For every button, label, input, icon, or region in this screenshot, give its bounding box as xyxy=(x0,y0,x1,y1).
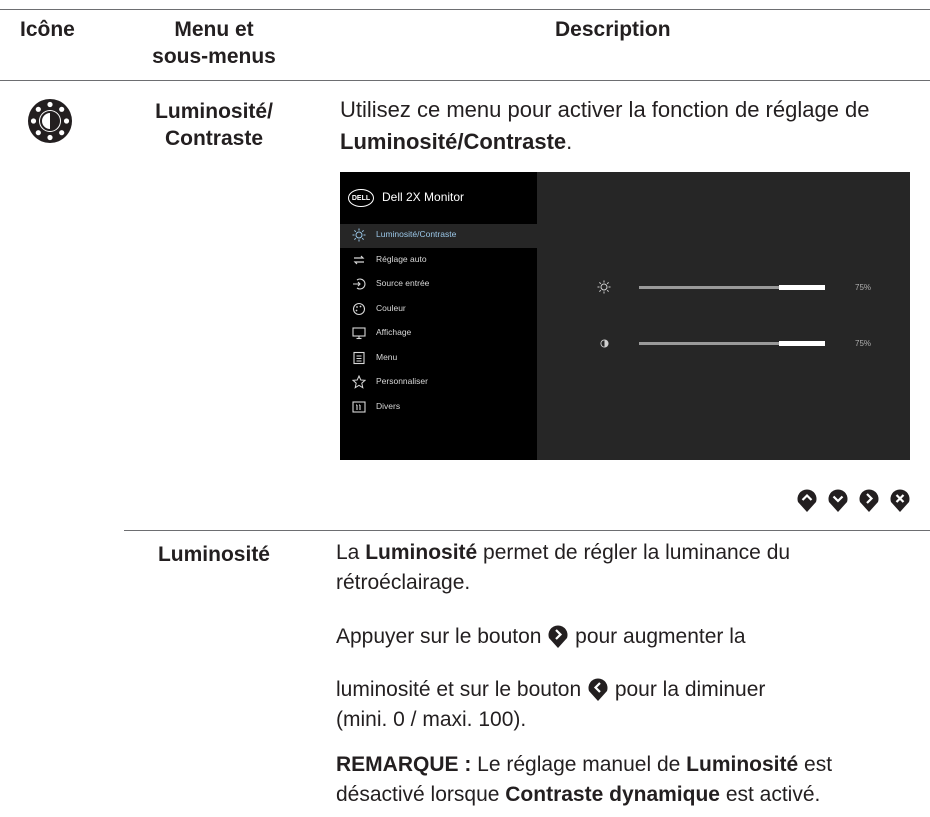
osd-item-label: Divers xyxy=(376,401,401,411)
osd-item-label: Personnaliser xyxy=(376,376,428,386)
p2-post: pour augmenter la xyxy=(569,625,746,648)
p3-pre: luminosité et sur le bouton xyxy=(336,678,587,701)
osd-item-label: Affichage xyxy=(376,327,412,337)
note-label: REMARQUE : xyxy=(336,753,472,776)
p1-pre: La xyxy=(336,541,366,564)
sun-icon xyxy=(597,280,611,294)
menu-brightness-contrast-line1: Luminosité/ xyxy=(155,100,273,123)
row2-p1-line1: La Luminosité permet de régler la lumina… xyxy=(336,538,926,568)
right-button-icon xyxy=(548,625,568,648)
osd-item-label: Source entrée xyxy=(376,278,430,288)
menu-icon xyxy=(353,351,365,365)
header-icon: Icône xyxy=(20,18,75,41)
header-menu-line1: Menu et xyxy=(174,18,254,41)
close-button-icon[interactable] xyxy=(889,487,911,513)
osd-header: DELL Dell 2X Monitor xyxy=(340,172,537,222)
note-line1: REMARQUE : Le réglage manuel de Luminosi… xyxy=(336,750,930,780)
row1-desc-part1: Utilisez ce menu pour activer la fonctio… xyxy=(340,97,870,122)
input-source-icon xyxy=(353,278,366,290)
p3-line2: (mini. 0 / maxi. 100). xyxy=(336,708,527,731)
osd-item-label: Luminosité/Contraste xyxy=(376,229,457,239)
p3-line1: luminosité et sur le bouton pour la dimi… xyxy=(336,675,926,705)
table-top-rule xyxy=(0,9,930,10)
osd-item-menu[interactable]: Menu xyxy=(340,347,537,371)
note-pre: Le réglage manuel de xyxy=(471,753,687,776)
dell-logo: DELL xyxy=(348,189,374,207)
osd-item-brightness-contrast[interactable]: Luminosité/Contraste xyxy=(340,224,537,248)
note-bold2: Contraste dynamique xyxy=(505,783,720,806)
osd-item-others[interactable]: Divers xyxy=(340,396,537,420)
down-button-icon[interactable] xyxy=(827,487,849,513)
header-description: Description xyxy=(555,18,671,41)
brightness-slider-knob[interactable] xyxy=(779,285,825,290)
note-line2-pre: désactivé lorsque xyxy=(336,783,506,806)
osd-item-personalize[interactable]: Personnaliser xyxy=(340,371,537,395)
osd-title: Dell 2X Monitor xyxy=(382,190,465,204)
info-icon xyxy=(352,401,366,413)
brightness-slider-fill xyxy=(639,286,779,289)
brightness-contrast-icon xyxy=(26,97,74,145)
note-mid: est xyxy=(798,753,833,776)
row2-paragraph2-line2: luminosité et sur le bouton pour la dimi… xyxy=(336,675,926,735)
osd-item-input-source[interactable]: Source entrée xyxy=(340,273,537,297)
p1-post: permet de régler la luminance du xyxy=(477,541,791,564)
row2-top-rule xyxy=(124,530,930,531)
osd-item-display[interactable]: Affichage xyxy=(340,322,537,346)
brightness-slider[interactable] xyxy=(639,285,825,290)
sun-icon xyxy=(352,228,366,242)
row1-description: Utilisez ce menu pour activer la fonctio… xyxy=(340,94,925,158)
osd-screenshot: DELL Dell 2X Monitor Luminosité/Contrast… xyxy=(340,172,910,460)
contrast-icon xyxy=(600,339,609,348)
note-bold1: Luminosité xyxy=(686,753,799,776)
right-button-icon[interactable] xyxy=(858,487,880,513)
header-menu-line2: sous-menus xyxy=(152,45,276,68)
star-icon xyxy=(352,375,366,389)
row2-paragraph2-line1: Appuyer sur le bouton pour augmenter la xyxy=(336,622,926,652)
osd-settings-panel: 75% 75% xyxy=(537,172,910,460)
brightness-value: 75% xyxy=(855,283,872,292)
up-button-icon[interactable] xyxy=(796,487,818,513)
contrast-slider-fill xyxy=(639,342,779,345)
osd-menu-panel: DELL Dell 2X Monitor Luminosité/Contrast… xyxy=(340,172,537,460)
left-button-icon xyxy=(588,678,608,701)
osd-item-label: Menu xyxy=(376,352,398,362)
contrast-slider-knob[interactable] xyxy=(779,341,825,346)
monitor-icon xyxy=(352,327,366,340)
menu-brightness-contrast: Luminosité/ Contraste xyxy=(134,99,294,152)
palette-icon xyxy=(352,302,366,316)
auto-adjust-icon xyxy=(353,255,365,265)
p2-pre: Appuyer sur le bouton xyxy=(336,625,548,648)
osd-item-label: Réglage auto xyxy=(376,254,427,264)
osd-item-label: Couleur xyxy=(376,303,406,313)
note-line2: désactivé lorsque Contraste dynamique es… xyxy=(336,780,930,810)
row1-desc-part2: . xyxy=(566,129,573,154)
row2-note: REMARQUE : Le réglage manuel de Luminosi… xyxy=(336,750,930,810)
menu-brightness: Luminosité xyxy=(157,543,270,566)
row2-p1-line2: rétroéclairage. xyxy=(336,571,471,594)
header-bottom-rule xyxy=(0,80,930,81)
menu-brightness-contrast-line2: Contraste xyxy=(164,127,264,150)
contrast-slider[interactable] xyxy=(639,341,825,346)
p3-post: pour la diminuer xyxy=(608,678,766,701)
p1-bold: Luminosité xyxy=(365,541,478,564)
note-post: est activé. xyxy=(719,783,821,806)
row1-desc-bold: Luminosité/Contraste xyxy=(340,129,567,154)
osd-item-auto-adjust[interactable]: Réglage auto xyxy=(340,249,537,273)
osd-item-color[interactable]: Couleur xyxy=(340,298,537,322)
row2-paragraph1: La Luminosité permet de régler la lumina… xyxy=(336,538,926,598)
header-menu: Menu et sous-menus xyxy=(134,17,294,70)
contrast-value: 75% xyxy=(855,339,872,348)
